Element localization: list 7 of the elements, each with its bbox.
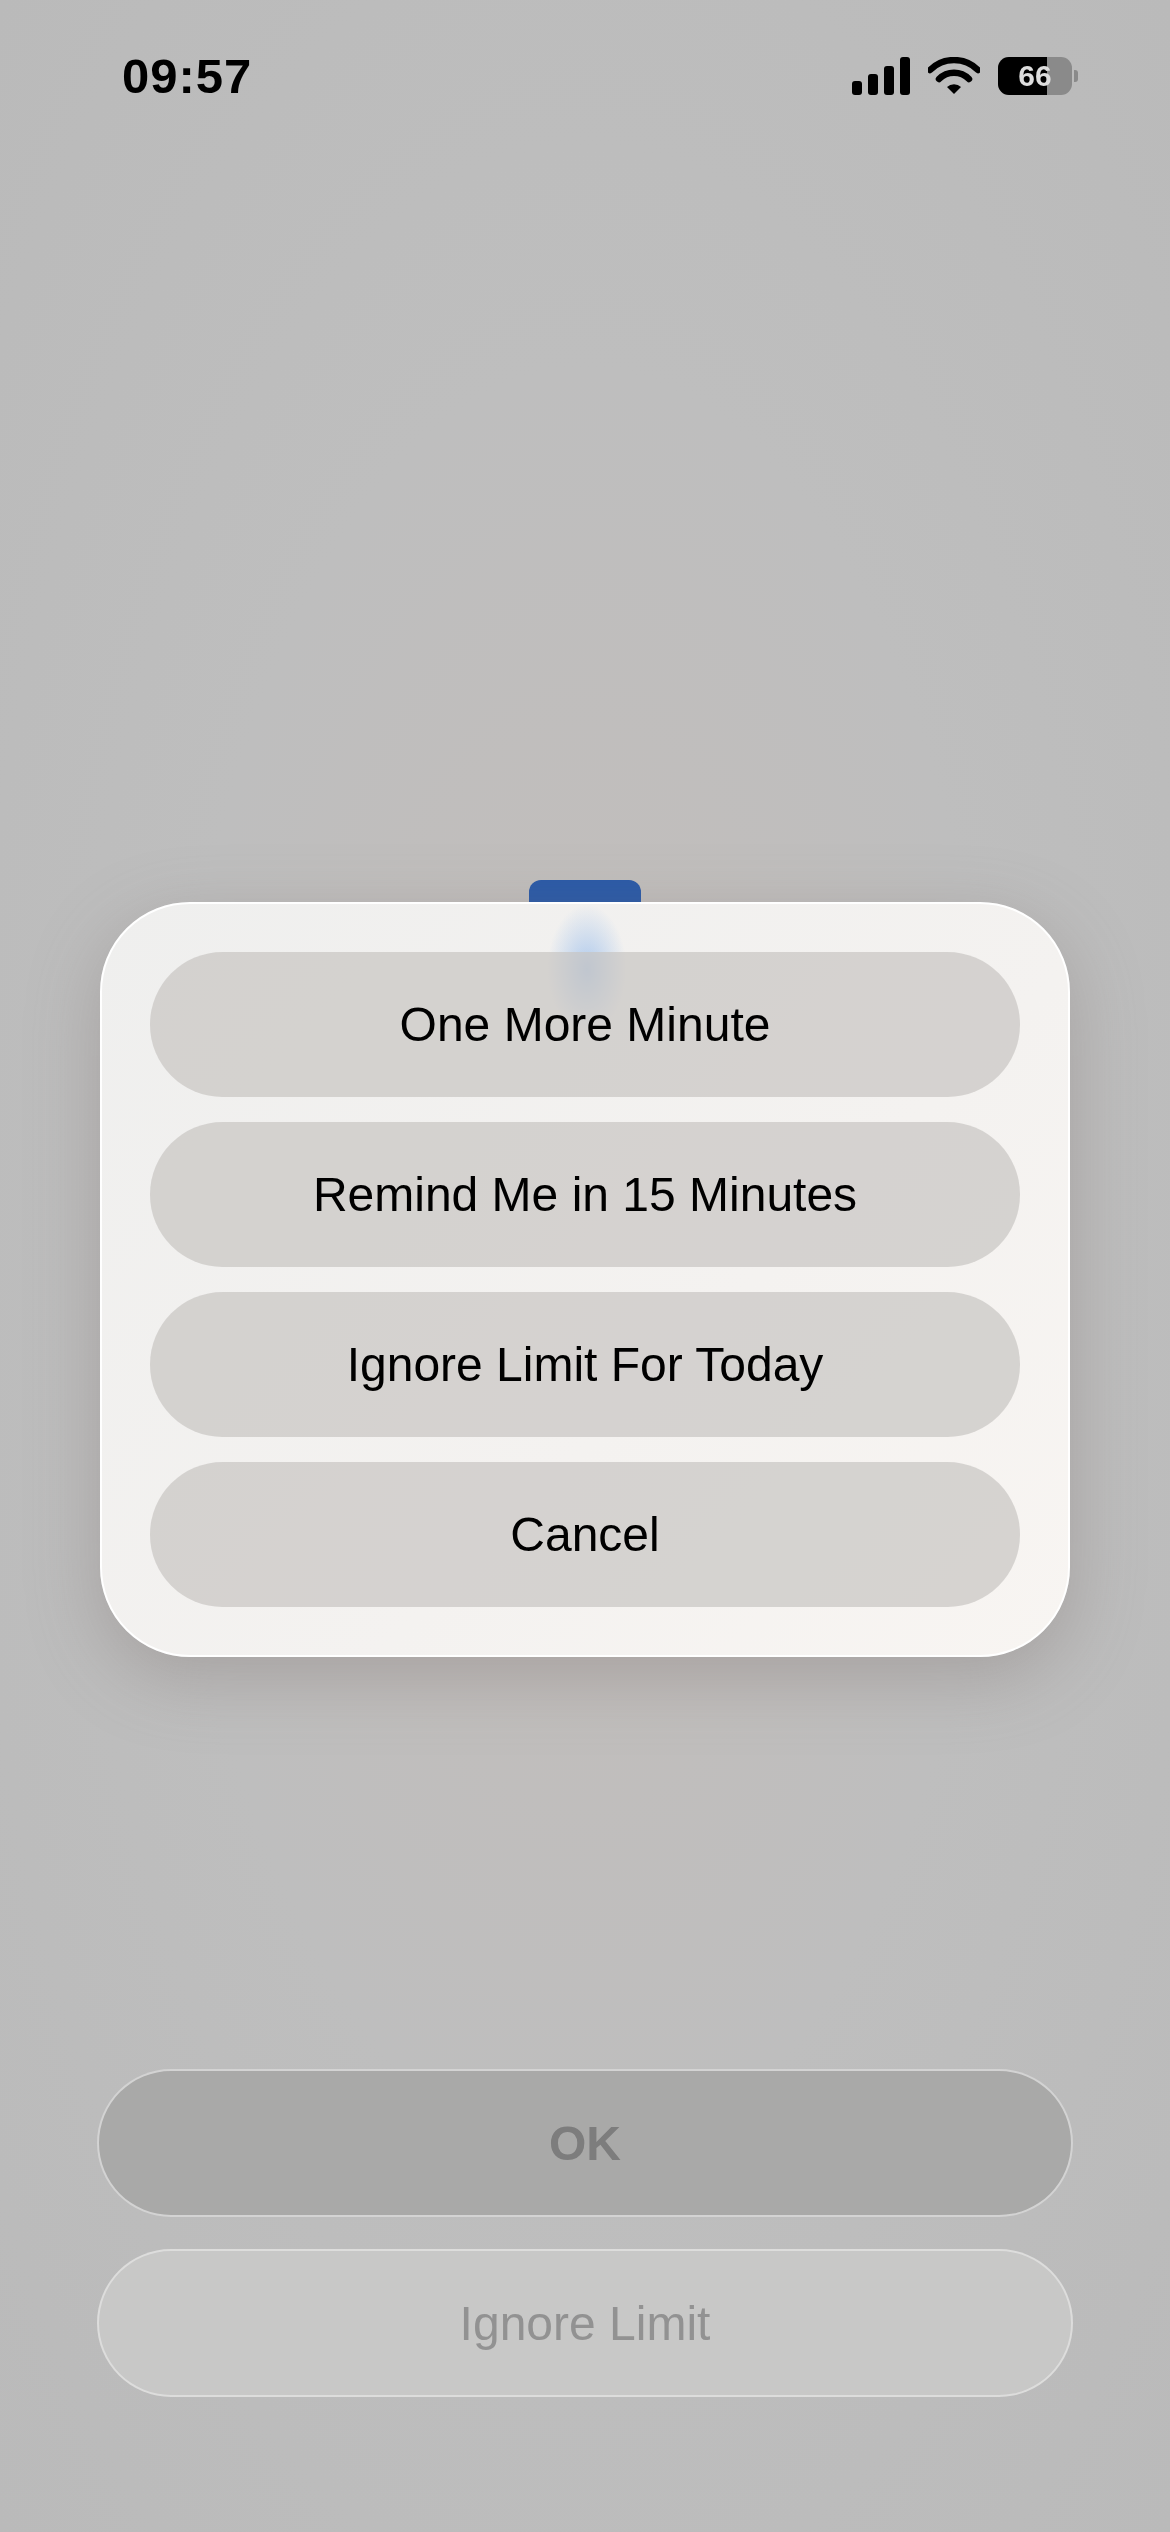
status-time: 09:57 bbox=[122, 48, 253, 104]
signal-icon bbox=[852, 57, 910, 95]
option-button[interactable]: Ignore Limit For Today bbox=[150, 1292, 1020, 1437]
wifi-icon bbox=[928, 57, 980, 95]
option-button[interactable]: Remind Me in 15 Minutes bbox=[150, 1122, 1020, 1267]
option-button[interactable]: Cancel bbox=[150, 1462, 1020, 1607]
option-button[interactable]: One More Minute bbox=[150, 952, 1020, 1097]
